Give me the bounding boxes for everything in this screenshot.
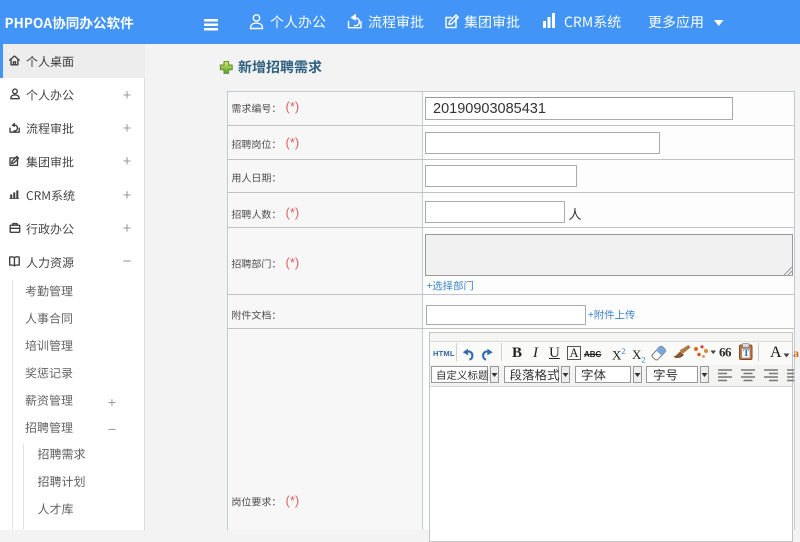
svg-text:T: T — [743, 348, 749, 358]
svg-text:a: a — [793, 346, 799, 360]
svg-text:66: 66 — [719, 345, 732, 360]
